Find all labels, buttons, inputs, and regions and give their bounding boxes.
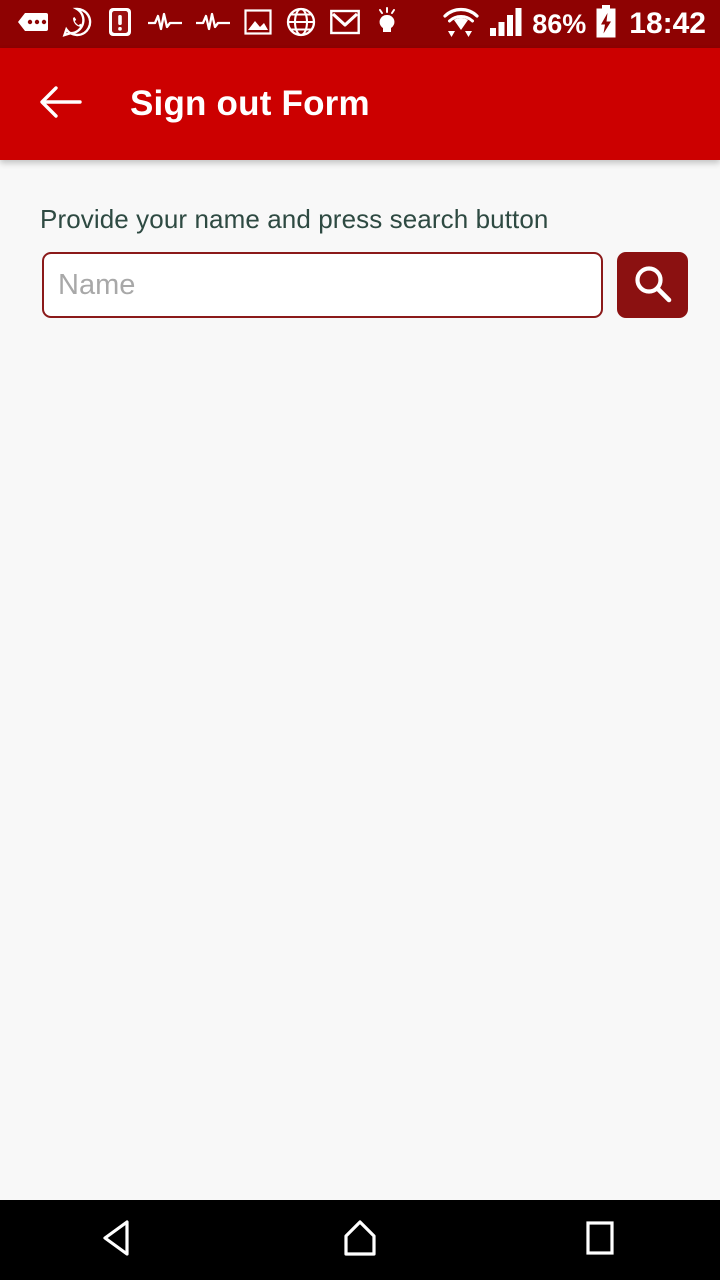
whatsapp-icon — [62, 7, 92, 42]
alert-icon — [106, 7, 134, 42]
search-button[interactable] — [617, 252, 688, 318]
nav-back-icon — [100, 1217, 140, 1264]
nav-home-icon — [339, 1217, 381, 1264]
phone-screen: 86% 18:42 Sign out Form Provide your nam… — [0, 0, 720, 1280]
signal-bars-icon — [489, 7, 523, 42]
app-bar: Sign out Form — [0, 48, 720, 160]
globe-icon — [286, 7, 316, 42]
image-icon — [244, 8, 272, 41]
gmail-icon — [330, 9, 360, 40]
android-nav-bar — [0, 1200, 720, 1280]
messages-icon — [18, 9, 48, 40]
notification-icons — [0, 6, 442, 42]
content-area: Provide your name and press search butto… — [0, 160, 720, 1200]
battery-charging-icon — [595, 4, 617, 44]
page-title: Sign out Form — [130, 84, 370, 123]
pulse-icon-1 — [146, 12, 184, 37]
pulse-icon-2 — [194, 12, 232, 37]
back-arrow-icon — [38, 84, 82, 125]
wifi-icon — [442, 6, 480, 43]
back-button[interactable] — [32, 76, 88, 132]
search-row — [42, 250, 688, 320]
nav-recents-icon — [581, 1219, 619, 1262]
nav-recents-button[interactable] — [540, 1200, 660, 1280]
status-bar-clock: 18:42 — [629, 7, 706, 40]
lightbulb-icon — [374, 6, 400, 42]
nav-home-button[interactable] — [300, 1200, 420, 1280]
status-indicators: 86% 18:42 — [442, 4, 720, 44]
search-icon — [631, 262, 675, 309]
form-hint-label: Provide your name and press search butto… — [40, 204, 549, 234]
status-bar: 86% 18:42 — [0, 0, 720, 48]
nav-back-button[interactable] — [60, 1200, 180, 1280]
battery-percent: 86% — [532, 8, 587, 39]
name-input[interactable] — [42, 252, 604, 318]
